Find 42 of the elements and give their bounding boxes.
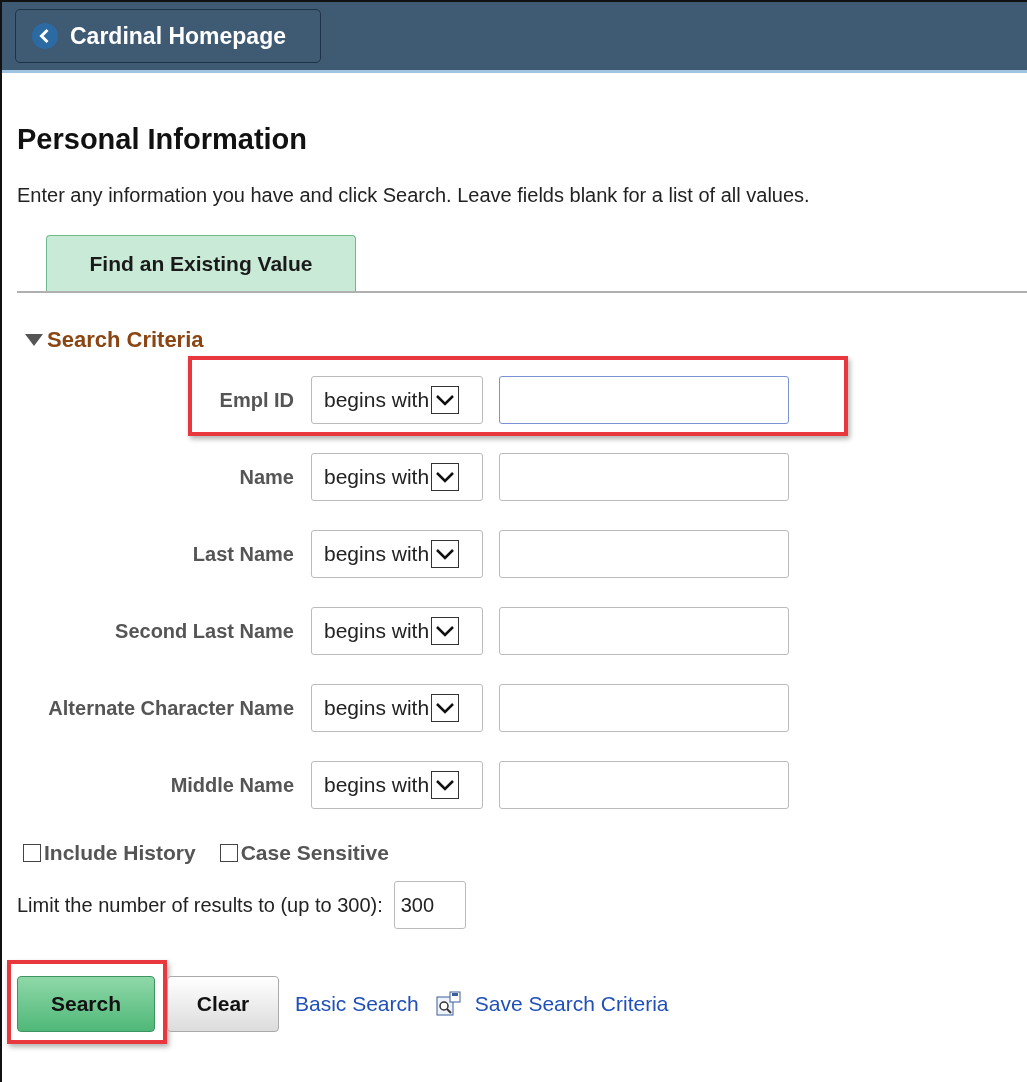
caret-icon <box>431 386 460 414</box>
checkbox-label: Case Sensitive <box>240 841 389 865</box>
input-field[interactable] <box>499 607 789 655</box>
clear-button[interactable]: Clear <box>167 976 279 1032</box>
magnifier-disk-icon[interactable] <box>434 991 461 1017</box>
input-field[interactable] <box>499 453 789 501</box>
caret-icon <box>431 617 460 645</box>
page-title: Personal Information <box>17 125 309 154</box>
checkbox[interactable] <box>23 844 41 862</box>
section-title: Search Criteria <box>47 327 204 353</box>
search-button[interactable]: Search <box>17 976 155 1032</box>
operator-dropdown[interactable]: begins with <box>311 607 483 655</box>
input-field[interactable] <box>499 761 789 809</box>
operator-dropdown[interactable]: begins with <box>311 761 483 809</box>
tab[interactable]: Find an Existing Value <box>46 235 356 291</box>
operator-dropdown[interactable]: begins with <box>311 684 483 732</box>
input-field[interactable] <box>499 684 789 732</box>
limit-label: Limit the number of results to (up to 300): <box>17 893 383 917</box>
triangle-icon[interactable] <box>25 334 43 346</box>
field-label: Name <box>238 465 295 489</box>
limit-field[interactable]: 300 <box>393 881 466 929</box>
input-field[interactable] <box>499 530 789 578</box>
operator-dropdown[interactable]: begins with <box>311 530 483 578</box>
operator-dropdown[interactable]: begins with <box>311 376 483 424</box>
caret-icon <box>431 694 460 722</box>
field-label: Middle Name <box>169 773 295 797</box>
checkbox-label: Include History <box>44 841 196 865</box>
field-label: Empl ID <box>218 388 295 412</box>
back-button[interactable]: Cardinal Homepage <box>15 9 321 63</box>
checkbox[interactable] <box>219 844 238 862</box>
back-icon <box>32 23 58 49</box>
operator-dropdown[interactable]: begins with <box>311 453 483 501</box>
field-label: Second Last Name <box>114 619 295 643</box>
caret-icon <box>431 463 460 491</box>
instructions: Enter any information you have and click Search. Leave fields blank for a list of all values. <box>17 184 811 207</box>
field-label: Last Name <box>191 542 295 566</box>
input-field[interactable] <box>499 376 789 424</box>
field-label: Alternate Character Name <box>47 696 295 720</box>
link[interactable]: Save Search Criteria <box>474 992 669 1016</box>
caret-icon <box>431 540 460 568</box>
caret-icon <box>431 771 460 799</box>
link[interactable]: Basic Search <box>295 992 419 1016</box>
